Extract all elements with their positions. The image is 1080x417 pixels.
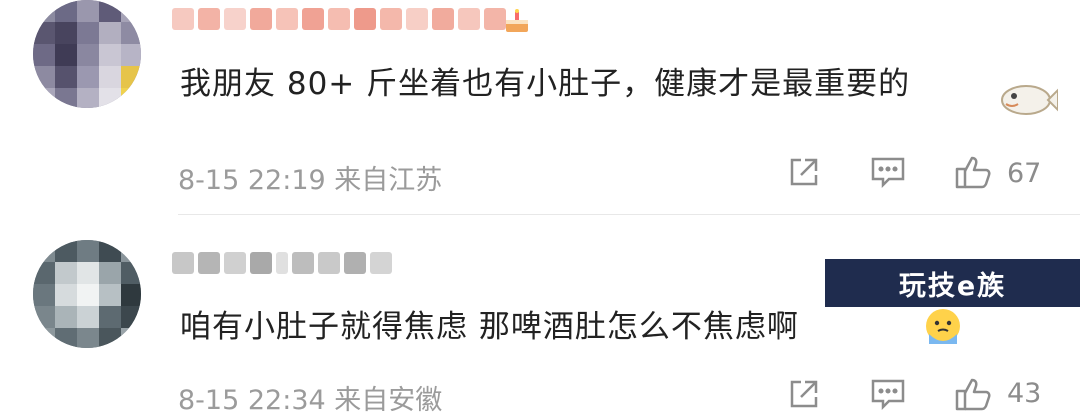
comment-date: 8-15 22:34 <box>178 385 326 416</box>
comment-meta: 8-15 22:34 来自安徽 <box>178 378 442 417</box>
comment-text: 咱有小肚子就得焦虑 那啤酒肚怎么不焦虑啊 <box>180 309 799 345</box>
avatar[interactable] <box>33 240 141 348</box>
thumbs-up-icon[interactable] <box>954 374 994 414</box>
username[interactable] <box>172 248 392 278</box>
comment-icon[interactable] <box>869 377 907 411</box>
like-count: 43 <box>1007 378 1042 409</box>
comment-location: 来自安徽 <box>334 385 443 416</box>
worried-face-emoji-icon <box>926 309 960 344</box>
share-icon[interactable] <box>787 377 821 411</box>
watermark-logo: 玩技e族 <box>825 259 1080 307</box>
comment-item-2: 咱有小肚子就得焦虑 那啤酒肚怎么不焦虑啊 8-15 22:34 来自安徽 43 <box>0 0 1080 417</box>
